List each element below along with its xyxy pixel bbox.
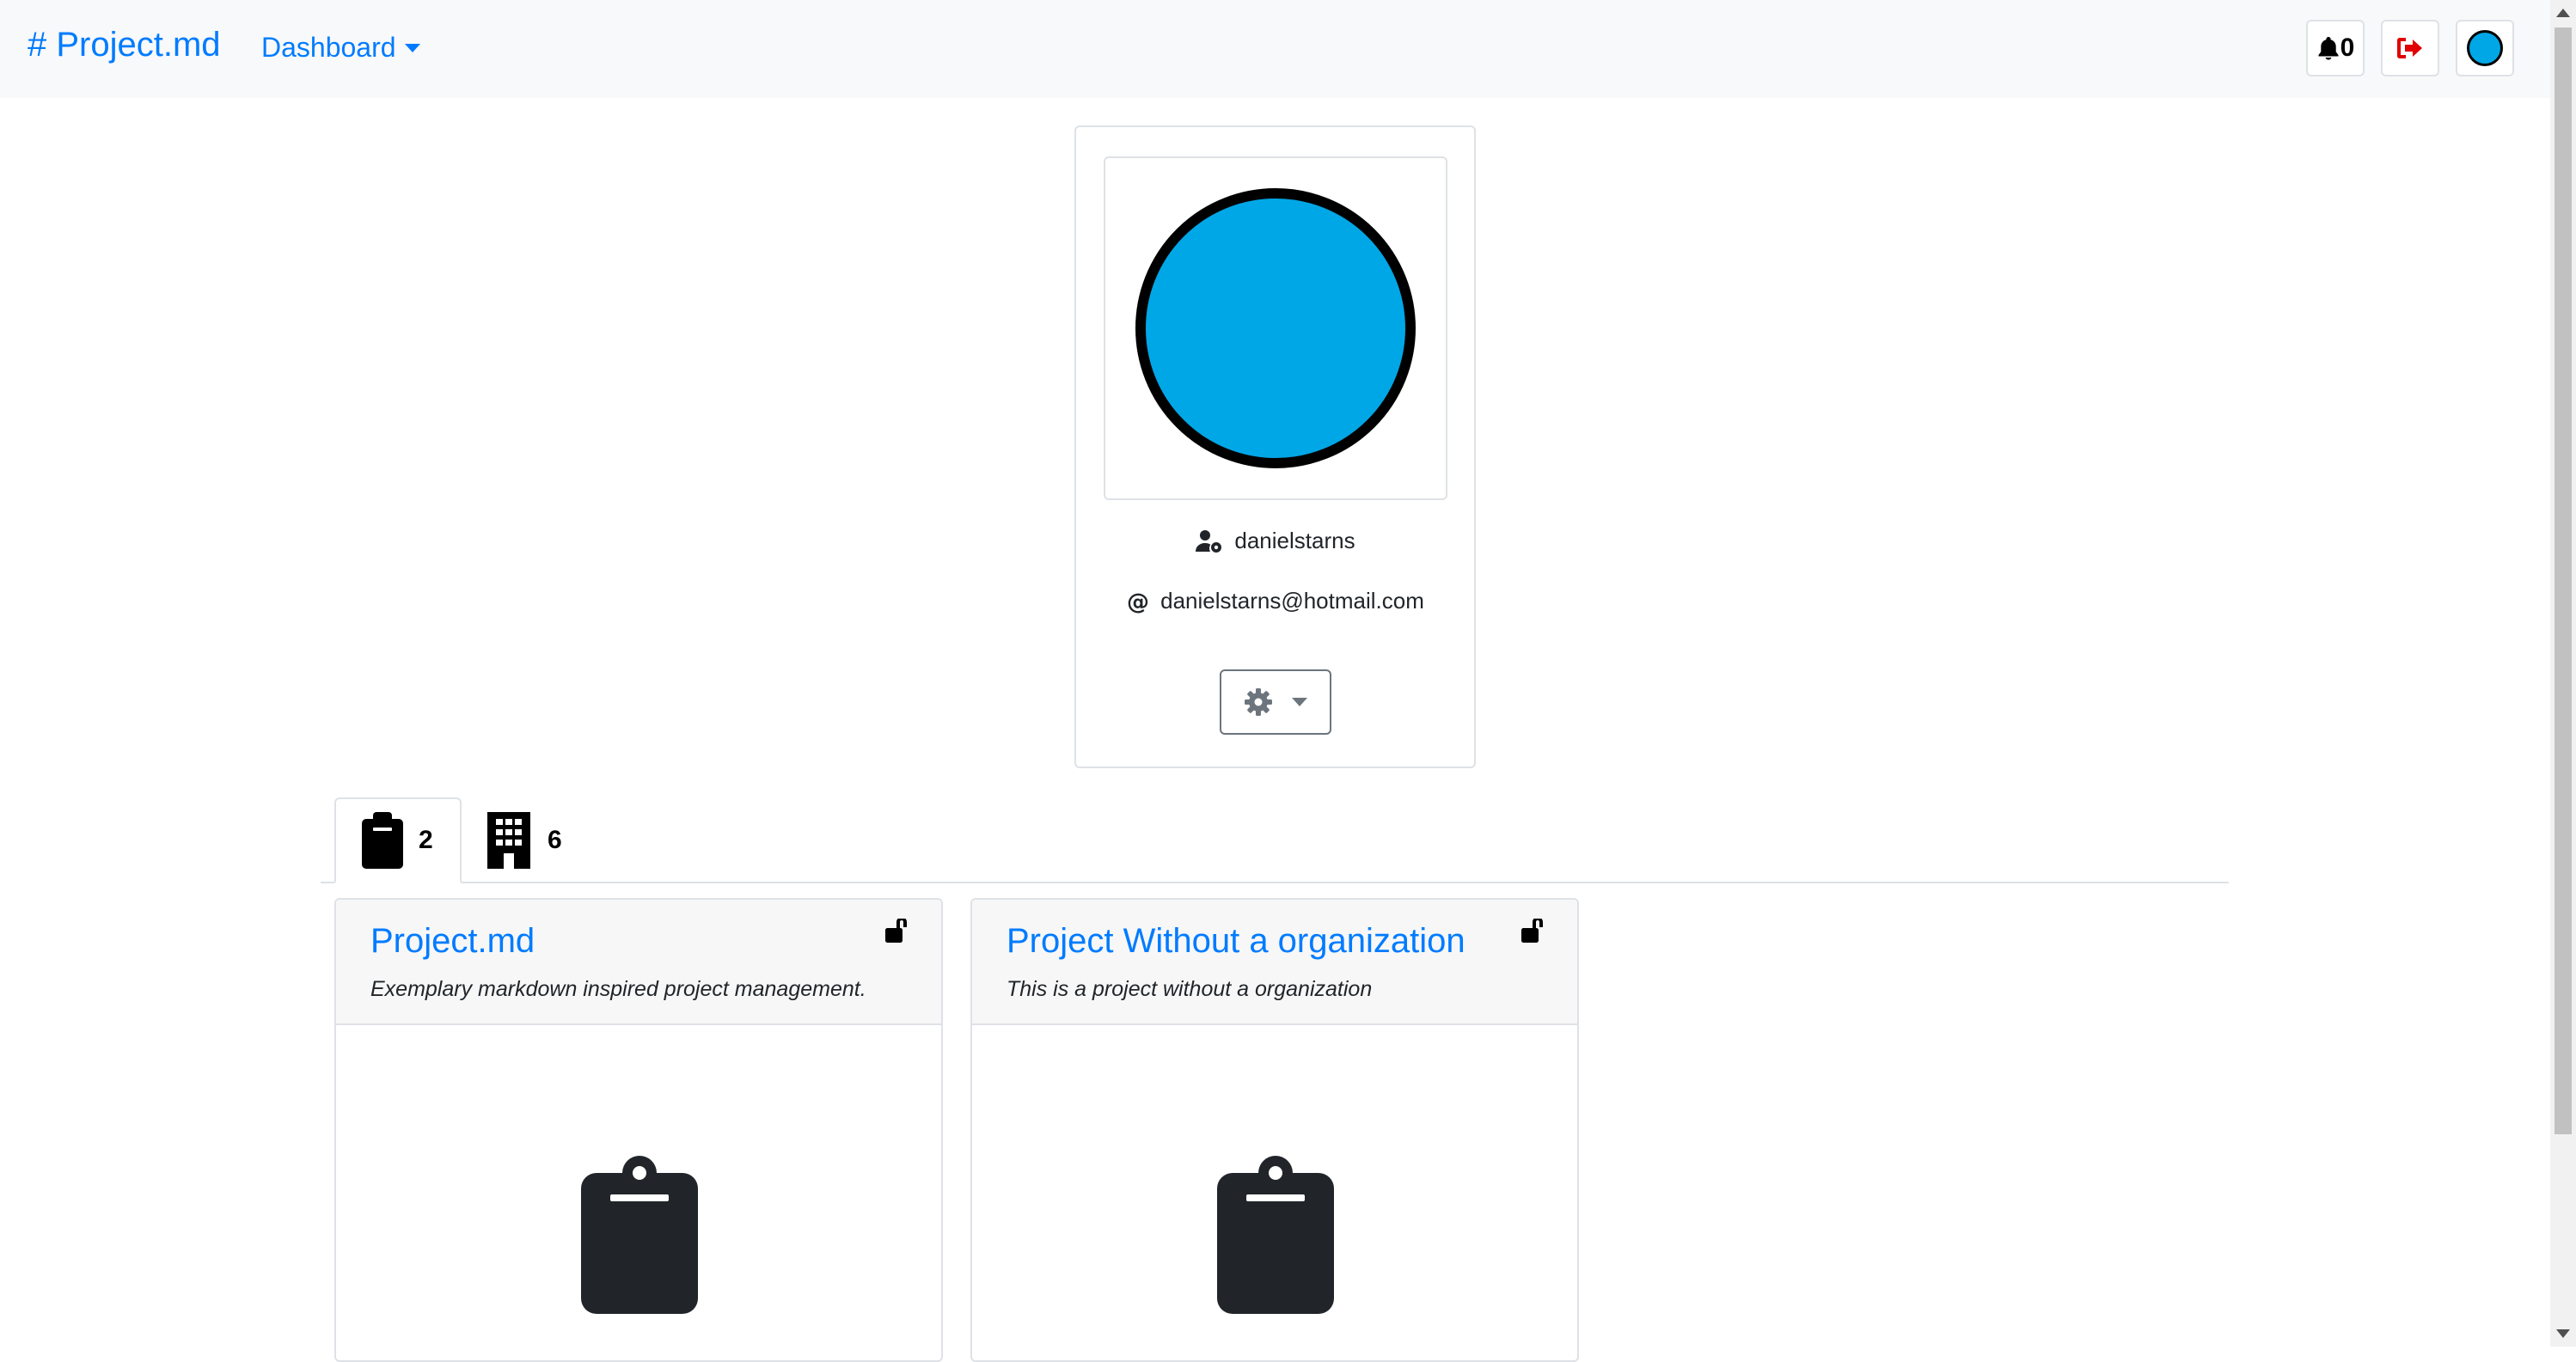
gear-icon xyxy=(1245,688,1272,716)
notifications-button[interactable]: 0 xyxy=(2306,20,2365,76)
tab-organizations-count: 6 xyxy=(548,826,562,854)
profile-card: danielstarns @ danielstarns@hotmail.com xyxy=(1074,125,1476,768)
project-card-header: Project.md Exemplary markdown inspired p… xyxy=(336,900,941,1025)
brand-link[interactable]: # Project.md xyxy=(28,26,221,64)
dashboard-dropdown[interactable]: Dashboard xyxy=(261,32,420,64)
caret-down-icon xyxy=(404,43,420,52)
tab-organizations[interactable]: 6 xyxy=(460,797,588,883)
caret-down-icon xyxy=(1292,698,1307,706)
project-card: Project.md Exemplary markdown inspired p… xyxy=(334,898,943,1362)
tabs-divider xyxy=(321,882,2229,883)
page-scrollbar[interactable] xyxy=(2550,0,2576,1347)
username-row: danielstarns xyxy=(1076,528,1474,554)
profile-avatar-frame xyxy=(1104,156,1447,500)
project-description: This is a project without a organization xyxy=(1007,977,1373,1001)
bell-icon xyxy=(2318,37,2339,60)
clipboard-icon xyxy=(581,1156,698,1314)
username-text: danielstarns xyxy=(1234,528,1355,553)
svg-text:@: @ xyxy=(1127,589,1149,614)
project-title-link[interactable]: Project Without a organization xyxy=(1007,922,1465,961)
scroll-thumb[interactable] xyxy=(2555,27,2572,1134)
user-avatar-button[interactable] xyxy=(2456,20,2514,76)
user-cog-icon xyxy=(1196,529,1222,553)
dashboard-label: Dashboard xyxy=(261,32,396,63)
clipboard-icon xyxy=(362,812,403,869)
email-row: @ danielstarns@hotmail.com xyxy=(1076,588,1474,614)
project-description: Exemplary markdown inspired project mana… xyxy=(370,977,866,1001)
settings-dropdown-button[interactable] xyxy=(1220,669,1331,735)
clipboard-icon xyxy=(1217,1156,1334,1314)
sign-out-icon xyxy=(2397,38,2422,58)
project-card: Project Without a organization This is a… xyxy=(970,898,1579,1362)
logout-button[interactable] xyxy=(2381,20,2439,76)
scroll-up-arrow-icon[interactable] xyxy=(2556,9,2570,17)
top-navbar: # Project.md Dashboard 0 xyxy=(0,0,2550,98)
building-icon xyxy=(487,812,530,869)
tab-projects-count: 2 xyxy=(419,826,433,854)
avatar xyxy=(2467,30,2503,66)
tab-projects[interactable]: 2 xyxy=(334,797,462,883)
profile-avatar xyxy=(1135,188,1416,468)
email-text: danielstarns@hotmail.com xyxy=(1160,588,1424,614)
project-card-header: Project Without a organization This is a… xyxy=(972,900,1577,1025)
scroll-down-arrow-icon[interactable] xyxy=(2556,1329,2570,1338)
unlock-icon[interactable] xyxy=(1521,919,1546,946)
at-sign-icon: @ xyxy=(1127,589,1149,614)
notification-count: 0 xyxy=(2340,34,2355,62)
project-title-link[interactable]: Project.md xyxy=(370,922,535,961)
unlock-icon[interactable] xyxy=(884,919,910,946)
